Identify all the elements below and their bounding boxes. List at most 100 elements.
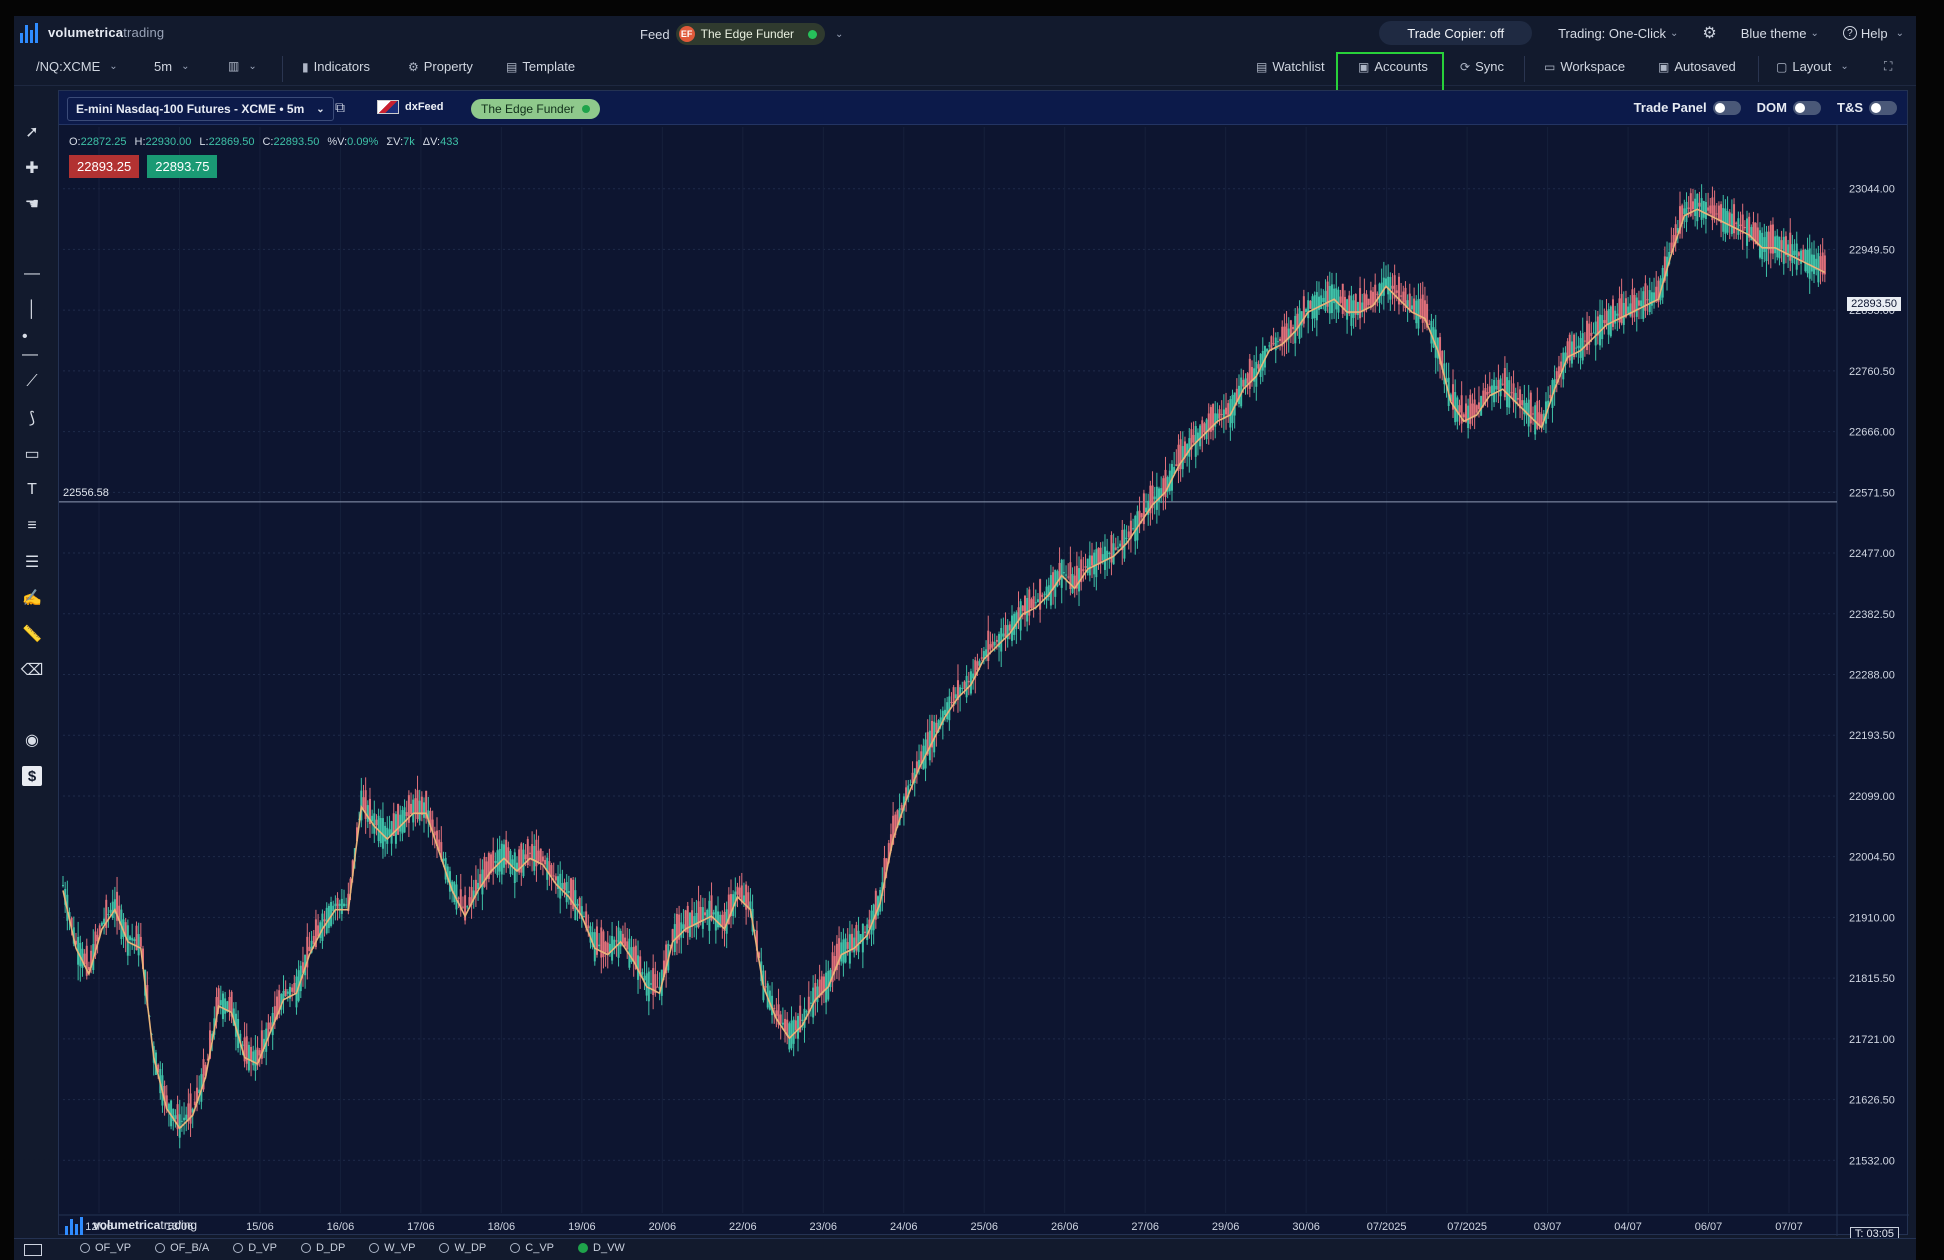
sell-bid-button[interactable]: 22893.25 [69,155,140,178]
indicator-tab[interactable]: W_VP [369,1242,415,1254]
autosaved-button[interactable]: ▣ Autosaved [1658,59,1736,74]
ruler-icon[interactable]: 📏 [22,624,42,644]
property-button[interactable]: ⚙ Property [408,59,473,74]
candle-body [1761,232,1764,260]
candle-body [1292,326,1295,330]
chevron-down-icon[interactable]: ⌄ [835,29,843,40]
indicator-tab[interactable]: D_DP [300,1242,345,1254]
fullscreen-icon[interactable]: ⛶ [1884,59,1892,74]
indicators-button[interactable]: ▮ Indicators [302,59,370,74]
candle-body [1635,297,1638,317]
workspace-button[interactable]: ▭ Workspace [1544,59,1625,74]
radio-icon[interactable] [155,1243,166,1253]
rectangle-icon[interactable]: ▭ [22,444,42,464]
lines-icon[interactable]: ☰ [22,552,42,572]
template-button[interactable]: ▤ Template [506,59,575,74]
candle-body [1782,236,1785,264]
candle-body [1257,364,1260,369]
panel-icon[interactable] [24,1244,42,1256]
dollar-icon[interactable]: $ [22,766,42,786]
indicator-tab[interactable]: OF_VP [80,1242,131,1254]
candle-body [1203,423,1206,433]
list-icon[interactable]: ≡ [22,516,42,536]
ray-icon[interactable]: •— [22,328,42,363]
text-icon[interactable]: T [22,480,42,500]
hand-icon[interactable]: ☚ [22,194,42,214]
candle-body [779,1014,782,1024]
radio-icon[interactable] [510,1243,521,1253]
candle-body [1305,309,1308,312]
candle-body [1808,248,1811,279]
indicator-tab[interactable]: D_VP [233,1242,277,1254]
candle-body [600,927,603,958]
layout-dropdown[interactable]: ▢ Layout ⌄ [1776,59,1849,74]
radio-icon[interactable] [578,1243,589,1253]
indicator-tab-label: OF_B/A [170,1242,210,1254]
timeframe-label: 5m [154,59,173,74]
radio-icon[interactable] [80,1243,90,1253]
divider [282,56,283,82]
theme-dropdown[interactable]: Blue theme ⌄ [1741,26,1819,41]
radio-icon[interactable] [439,1243,450,1253]
indicator-tab[interactable]: W_DP [439,1242,486,1254]
eye-icon[interactable]: ◉ [22,730,42,750]
candle-body [781,1022,784,1025]
radio-icon[interactable] [300,1243,311,1253]
watchlist-button[interactable]: ▤ Watchlist [1256,59,1325,74]
candle-body [1477,402,1480,410]
path-icon[interactable]: ⟆ [22,408,42,428]
price-chart[interactable]: 23044.0022949.5022855.0022760.5022666.00… [59,91,1909,1236]
candle-body [688,912,691,937]
candle-body [133,939,136,942]
candle-body [717,911,720,928]
candle-body [1015,612,1018,630]
candle-body [1722,208,1725,232]
trend-line-icon[interactable]: ⟋ [22,372,42,392]
candle-body [857,930,860,953]
indicator-tab[interactable]: OF_B/A [155,1242,209,1254]
candle-body [1387,276,1390,295]
feed-account-logo-icon: EF [678,26,695,42]
candle-body [846,942,849,949]
candle-body [1406,300,1409,307]
y-tick-label: 22382.50 [1849,609,1895,621]
candle-body [1566,341,1569,359]
buy-ask-button[interactable]: 22893.75 [147,155,218,178]
horizontal-line-icon[interactable]: — [22,264,42,284]
radio-icon[interactable] [233,1243,244,1253]
candle-body [1471,403,1474,417]
property-label: Property [423,59,473,74]
candle-body [991,641,994,648]
x-tick-label: 23/06 [810,1221,838,1233]
help-dropdown[interactable]: ? Help ⌄ [1842,26,1904,41]
eraser-icon[interactable]: ⌫ [21,660,44,680]
x-tick-label: 17/06 [407,1221,435,1233]
candle-body [621,933,624,944]
timeframe-dropdown[interactable]: 5m ⌄ [154,59,189,74]
pen-icon[interactable]: ✍ [22,588,42,608]
symbol-dropdown[interactable]: /NQ:XCME ⌄ [36,59,118,74]
gear-icon[interactable]: ⚙ [1702,23,1716,43]
trading-mode-dropdown[interactable]: Trading: One-Click ⌄ [1558,26,1678,41]
candle-body [1637,300,1640,306]
workspace-label: Workspace [1560,59,1626,74]
crosshair-icon[interactable]: ✚ [22,158,42,178]
feed-account-pill[interactable]: EF The Edge Funder [675,23,826,45]
indicator-tab[interactable]: D_VW [578,1242,625,1254]
logo-bold: volumetrica [48,24,124,40]
chart-type-dropdown[interactable]: ▥ ⌄ [228,59,257,73]
cursor-icon[interactable]: ➚ [22,122,42,142]
vertical-line-icon[interactable]: │ [22,300,42,320]
feed-selector[interactable]: Feed EF The Edge Funder ⌄ [640,23,843,45]
sync-button[interactable]: ⟳ Sync [1460,59,1504,74]
candle-body [598,944,601,947]
indicator-tab[interactable]: C_VP [510,1242,554,1254]
candle-body [340,898,343,914]
radio-icon[interactable] [369,1243,380,1253]
candle-body [950,702,953,704]
x-tick-label: 24/06 [890,1221,918,1233]
candle-body [1402,291,1405,303]
candle-body [1339,296,1342,303]
candle-body [416,790,419,819]
trade-copier-button[interactable]: Trade Copier: off [1379,21,1533,45]
